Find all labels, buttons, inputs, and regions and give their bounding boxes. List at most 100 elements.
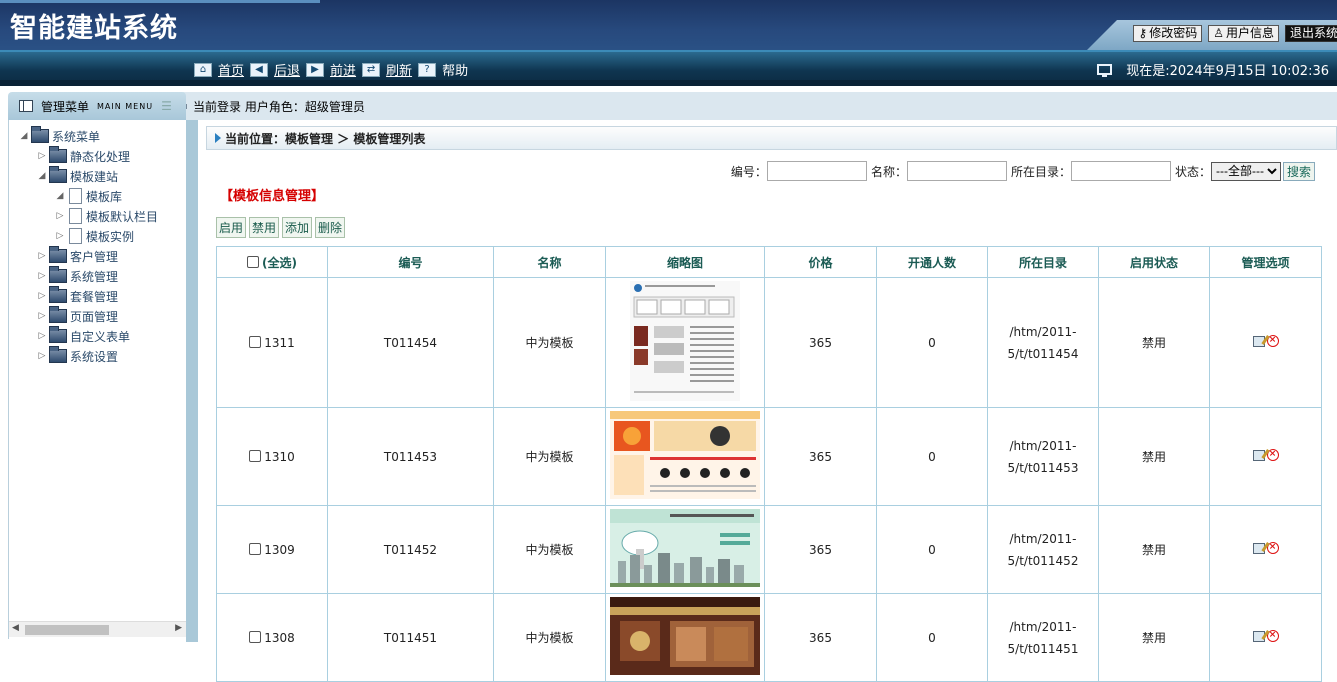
search-button[interactable]: 搜索 [1282, 161, 1315, 181]
dir-search-input[interactable] [1070, 161, 1171, 181]
search-bar: 编号： 名称： 所在目录： 状态： ---全部--- 搜索 [731, 161, 1315, 181]
key-icon: ⚷ [1138, 26, 1148, 40]
collapsed-arrow-icon[interactable]: ▷ [35, 311, 49, 321]
status-select[interactable]: ---全部--- [1210, 161, 1281, 181]
disable-button[interactable]: 禁用 [249, 217, 280, 238]
tree-item-template-columns[interactable]: ▷ 模板默认栏目 [17, 206, 158, 226]
edit-icon[interactable] [1252, 542, 1265, 554]
folder-icon [49, 286, 67, 303]
forward-arrow-icon: ▶ [306, 62, 325, 77]
template-thumbnail[interactable] [610, 597, 760, 675]
delete-button[interactable]: 删除 [315, 217, 346, 238]
clock-text: 现在是:2024年9月15日 10:02:36 [1126, 64, 1329, 79]
menu-panel-icon [19, 100, 33, 112]
column-header: 管理选项 [1209, 246, 1322, 278]
collapsed-arrow-icon[interactable]: ▷ [53, 231, 67, 241]
menu-toggle-icon[interactable]: ☰ [161, 99, 172, 113]
row-checkbox[interactable] [249, 630, 262, 643]
edit-icon[interactable] [1252, 449, 1265, 461]
tree-root[interactable]: ◢ 系统菜单 [17, 126, 158, 146]
tree-item-customers[interactable]: ▷ 客户管理 [17, 246, 158, 266]
add-button[interactable]: 添加 [282, 217, 313, 238]
logout-button[interactable]: 退出系统 [1284, 25, 1337, 42]
breadcrumb: 当前位置：模板管理 ＞ 模板管理列表 [206, 126, 1337, 150]
refresh-icon: ⇄ [362, 62, 381, 77]
row-checkbox[interactable] [249, 542, 262, 555]
sidebar-horizontal-scrollbar[interactable]: ◀ ▶ [9, 621, 186, 637]
folder-icon [49, 146, 67, 163]
tree-item-pages[interactable]: ▷ 页面管理 [17, 306, 158, 326]
scrollbar-thumb[interactable] [25, 625, 109, 635]
collapsed-arrow-icon[interactable]: ▷ [35, 271, 49, 281]
arrow-right-icon [215, 133, 221, 143]
tree-item-static[interactable]: ▷ 静态化处理 [17, 146, 158, 166]
template-thumbnail[interactable] [630, 281, 740, 401]
user-info-button[interactable]: ♙ 用户信息 [1208, 25, 1279, 42]
file-icon [69, 228, 82, 244]
select-all-checkbox[interactable] [247, 255, 259, 268]
home-icon: ⌂ [194, 62, 212, 77]
nav-back[interactable]: ◀ 后退 [250, 60, 300, 79]
column-header: 名称 [493, 246, 606, 278]
code-search-input[interactable] [766, 161, 867, 181]
clock: 现在是:2024年9月15日 10:02:36 [1097, 60, 1329, 79]
template-thumbnail[interactable] [610, 509, 760, 587]
table-row: 1311 T011454 中为模板 365 0 /htm/2011- 5/t/t… [216, 277, 1322, 408]
collapsed-arrow-icon[interactable]: ▷ [53, 211, 67, 221]
folder-icon [49, 346, 67, 363]
user-icon: ♙ [1213, 26, 1224, 40]
column-header: 编号 [327, 246, 494, 278]
menu-tree: ◢ 系统菜单 ▷ 静态化处理 ◢ 模板建站 ◢ 模板库 ▷ 模板默认栏目 ▷ 模… [17, 126, 158, 366]
row-checkbox[interactable] [249, 335, 262, 348]
edit-icon[interactable] [1252, 335, 1265, 347]
expanded-arrow-icon[interactable]: ◢ [17, 131, 31, 141]
header-accent-line [0, 0, 320, 3]
name-search-input[interactable] [906, 161, 1007, 181]
enable-button[interactable]: 启用 [216, 217, 247, 238]
back-arrow-icon: ◀ [250, 62, 269, 77]
login-info: 当前登录 用户角色：超级管理员 [193, 99, 365, 114]
tree-item-packages[interactable]: ▷ 套餐管理 [17, 286, 158, 306]
tree-item-system[interactable]: ▷ 系统管理 [17, 266, 158, 286]
column-header: 价格 [764, 246, 877, 278]
tree-item-template-library[interactable]: ◢ 模板库 [17, 186, 158, 206]
collapsed-arrow-icon[interactable]: ▷ [35, 331, 49, 341]
expanded-arrow-icon[interactable]: ◢ [53, 191, 67, 201]
collapsed-arrow-icon[interactable]: ▷ [35, 151, 49, 161]
column-header: 启用状态 [1098, 246, 1210, 278]
nav-help[interactable]: ? 帮助 [418, 60, 468, 79]
app-title: 智能建站系统 [10, 13, 178, 44]
row-checkbox[interactable] [249, 449, 262, 462]
folder-icon [49, 266, 67, 283]
tree-item-custom-forms[interactable]: ▷ 自定义表单 [17, 326, 158, 346]
scroll-right-icon[interactable]: ▶ [175, 623, 182, 633]
section-title: 【模板信息管理】 [220, 189, 325, 204]
tree-item-settings[interactable]: ▷ 系统设置 [17, 346, 158, 366]
main-content: 当前位置：模板管理 ＞ 模板管理列表 编号： 名称： 所在目录： 状态： ---… [198, 120, 1337, 682]
sidebar: ◢ 系统菜单 ▷ 静态化处理 ◢ 模板建站 ◢ 模板库 ▷ 模板默认栏目 ▷ 模… [8, 120, 186, 639]
nav-refresh[interactable]: ⇄ 刷新 [362, 60, 412, 79]
nav-forward[interactable]: ▶ 前进 [306, 60, 356, 79]
folder-icon [49, 306, 67, 323]
menu-title: 管理菜单 [41, 99, 90, 114]
collapsed-arrow-icon[interactable]: ▷ [35, 351, 49, 361]
nav-home[interactable]: ⌂ 首页 [194, 60, 244, 79]
edit-icon[interactable] [1252, 630, 1265, 642]
scroll-left-icon[interactable]: ◀ [12, 623, 19, 633]
sidebar-splitter[interactable] [186, 120, 198, 642]
monitor-icon [1097, 64, 1113, 77]
collapsed-arrow-icon[interactable]: ▷ [35, 251, 49, 261]
column-header: 所在目录 [987, 246, 1099, 278]
app-header: 智能建站系统 ⚷ 修改密码 ♙ 用户信息 退出系统 [0, 0, 1337, 50]
tree-item-template-site[interactable]: ◢ 模板建站 [17, 166, 158, 186]
collapsed-arrow-icon[interactable]: ▷ [35, 291, 49, 301]
menu-header: 管理菜单 MAIN MENU ☰ [8, 92, 186, 120]
select-all-header[interactable]: (全选) [216, 246, 328, 278]
change-password-button[interactable]: ⚷ 修改密码 [1133, 25, 1203, 42]
tree-item-template-instance[interactable]: ▷ 模板实例 [17, 226, 158, 246]
expanded-arrow-icon[interactable]: ◢ [35, 171, 49, 181]
template-thumbnail[interactable] [610, 411, 760, 499]
table-row: 1308 T011451 中为模板 365 0 /htm/2011- 5/t/t0… [216, 593, 1322, 682]
folder-icon [31, 126, 49, 143]
help-icon: ? [418, 62, 437, 77]
